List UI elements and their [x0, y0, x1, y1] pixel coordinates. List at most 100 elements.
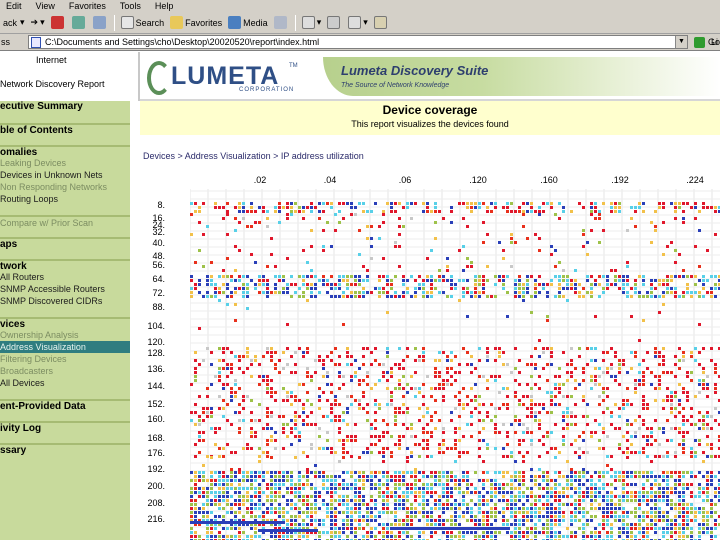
device-dot [190, 383, 193, 386]
device-dot [198, 435, 201, 438]
nav-link-6[interactable]: Routing Loops [0, 193, 130, 205]
device-dot [506, 291, 509, 294]
device-dot [222, 217, 225, 220]
device-dot [598, 423, 601, 426]
device-dot [526, 407, 529, 410]
device-dot [654, 483, 657, 486]
search-button[interactable]: Search [118, 14, 168, 32]
device-dot [266, 471, 269, 474]
device-dot [582, 491, 585, 494]
back-button[interactable]: ack ▾ [0, 14, 28, 32]
device-dot [714, 491, 717, 494]
device-dot [514, 503, 517, 506]
links-label[interactable]: Li [711, 37, 718, 47]
device-dot [482, 375, 485, 378]
device-dot [614, 202, 617, 205]
device-dot [194, 503, 197, 506]
nav-section-13[interactable]: vices [0, 317, 130, 330]
device-dot [282, 291, 285, 294]
mail-button[interactable]: ▾ [299, 14, 325, 32]
device-dot [638, 475, 641, 478]
stop-button[interactable] [48, 14, 69, 32]
device-dot [334, 403, 337, 406]
media-button[interactable]: Media [225, 14, 271, 32]
menu-item-favorites[interactable]: Favorites [69, 1, 106, 11]
refresh-button[interactable] [69, 14, 90, 32]
address-dropdown-icon[interactable]: ▼ [675, 36, 687, 48]
breadcrumb[interactable]: Devices > Address Visualization > IP add… [143, 151, 364, 161]
nav-section-20[interactable]: ivity Log [0, 421, 130, 434]
home-button[interactable] [90, 14, 111, 32]
menu-item-view[interactable]: View [36, 1, 55, 11]
device-dot [386, 355, 389, 358]
device-dot [398, 233, 401, 236]
device-dot [326, 399, 329, 402]
device-dot [510, 210, 513, 213]
device-dot [478, 519, 481, 522]
device-dot [690, 447, 693, 450]
device-dot [330, 483, 333, 486]
nav-link-12[interactable]: SNMP Discovered CIDRs [0, 295, 130, 307]
device-dot [342, 375, 345, 378]
nav-link-14[interactable]: Ownership Analysis [0, 329, 130, 341]
device-dot [278, 206, 281, 209]
device-dot [334, 499, 337, 502]
print-button[interactable] [324, 14, 345, 32]
edit-button[interactable]: ▾ [345, 14, 371, 32]
device-dot [438, 495, 441, 498]
device-dot [342, 291, 345, 294]
device-dot [270, 237, 273, 240]
nav-link-10[interactable]: All Routers [0, 271, 130, 283]
nav-section-2[interactable]: omalies [0, 145, 130, 158]
device-dot [662, 355, 665, 358]
device-dot [346, 487, 349, 490]
nav-section-9[interactable]: twork [0, 259, 130, 272]
row-label: 216. [147, 514, 165, 524]
address-input[interactable]: C:\Documents and Settings\cho\Desktop\20… [28, 35, 688, 49]
device-dot [298, 399, 301, 402]
home-icon [92, 16, 106, 29]
device-dot [326, 283, 329, 286]
device-dot [318, 355, 321, 358]
nav-section-19[interactable]: ent-Provided Data [0, 399, 130, 412]
nav-link-7[interactable]: Compare w/ Prior Scan [0, 215, 130, 228]
device-dot [386, 379, 389, 382]
favorites-button[interactable]: Favorites [167, 14, 225, 32]
device-dot [590, 535, 593, 538]
device-dot [654, 387, 657, 390]
device-dot [366, 403, 369, 406]
nav-link-16[interactable]: Filtering Devices [0, 353, 130, 365]
nav-link-11[interactable]: SNMP Accessible Routers [0, 283, 130, 295]
discuss-button[interactable] [371, 14, 392, 32]
nav-section-8[interactable]: aps [0, 237, 130, 250]
nav-link-3[interactable]: Leaking Devices [0, 157, 130, 169]
nav-link-18[interactable]: All Devices [0, 377, 130, 389]
device-dot [698, 363, 701, 366]
device-dot [610, 491, 613, 494]
device-dot [234, 383, 237, 386]
device-dot [662, 303, 665, 306]
forward-button[interactable]: ➔ ▾ [28, 14, 48, 32]
device-dot [614, 269, 617, 272]
nav-link-17[interactable]: Broadcasters [0, 365, 130, 377]
device-dot [390, 287, 393, 290]
menu-item-help[interactable]: Help [155, 1, 174, 11]
device-dot [514, 495, 517, 498]
device-dot [570, 347, 573, 350]
device-dot [442, 507, 445, 510]
nav-link-15[interactable]: Address Visualization [0, 341, 130, 353]
nav-link-4[interactable]: Devices in Unknown Nets [0, 169, 130, 181]
device-dot [206, 411, 209, 414]
device-dot [422, 439, 425, 442]
menu-item-edit[interactable]: Edit [6, 1, 22, 11]
nav-section-21[interactable]: ssary [0, 443, 130, 456]
nav-section-1[interactable]: ble of Contents [0, 123, 130, 136]
toolbar-separator [113, 14, 115, 31]
device-dot [546, 507, 549, 510]
nav-section-0[interactable]: ecutive Summary [0, 101, 130, 113]
device-dot [370, 535, 373, 538]
nav-link-5[interactable]: Non Responding Networks [0, 181, 130, 193]
history-button[interactable] [271, 14, 292, 32]
device-dot [530, 515, 533, 518]
menu-item-tools[interactable]: Tools [120, 1, 141, 11]
